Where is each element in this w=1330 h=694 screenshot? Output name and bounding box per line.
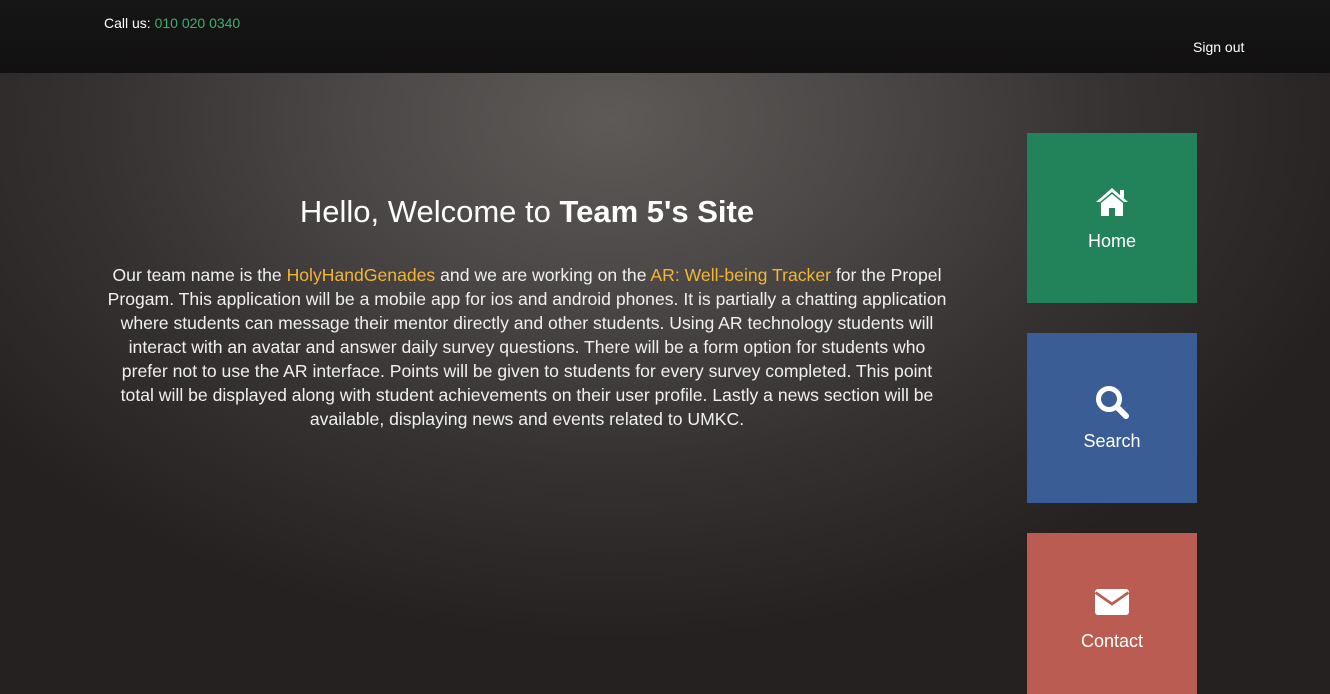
sign-out-link[interactable]: Sign out (1193, 39, 1244, 55)
project-name-link[interactable]: AR: Well-being Tracker (650, 265, 831, 285)
search-tile-label: Search (1083, 431, 1141, 451)
search-tile[interactable]: Search (1027, 333, 1197, 503)
call-us-label: Call us: (104, 15, 151, 31)
team-name-link[interactable]: HolyHandGenades (287, 265, 436, 285)
desc-text-3: for the Propel Progam. This application … (107, 265, 947, 429)
home-tile[interactable]: Home (1027, 133, 1197, 303)
top-bar: Call us: 010 020 0340 Sign out (0, 0, 1330, 73)
envelope-icon (1094, 589, 1130, 615)
desc-text-2: and we are working on the (435, 265, 651, 285)
team-description: Our team name is the HolyHandGenades and… (104, 263, 950, 431)
page-title: Hello, Welcome to Team 5's Site (104, 190, 950, 234)
contact-tile-label: Contact (1080, 631, 1144, 651)
search-icon (1096, 386, 1129, 419)
home-icon (1096, 188, 1128, 216)
contact-tile[interactable]: Contact (1027, 533, 1197, 694)
phone-link[interactable]: 010 020 0340 (155, 15, 241, 31)
desc-text-1: Our team name is the (112, 265, 287, 285)
home-tile-label: Home (1087, 231, 1136, 251)
welcome-prefix: Hello, Welcome to (299, 194, 560, 229)
call-us: Call us: 010 020 0340 (104, 15, 240, 31)
welcome-section: Hello, Welcome to Team 5's Site Our team… (104, 190, 950, 431)
site-name: Team 5's Site (559, 194, 755, 229)
